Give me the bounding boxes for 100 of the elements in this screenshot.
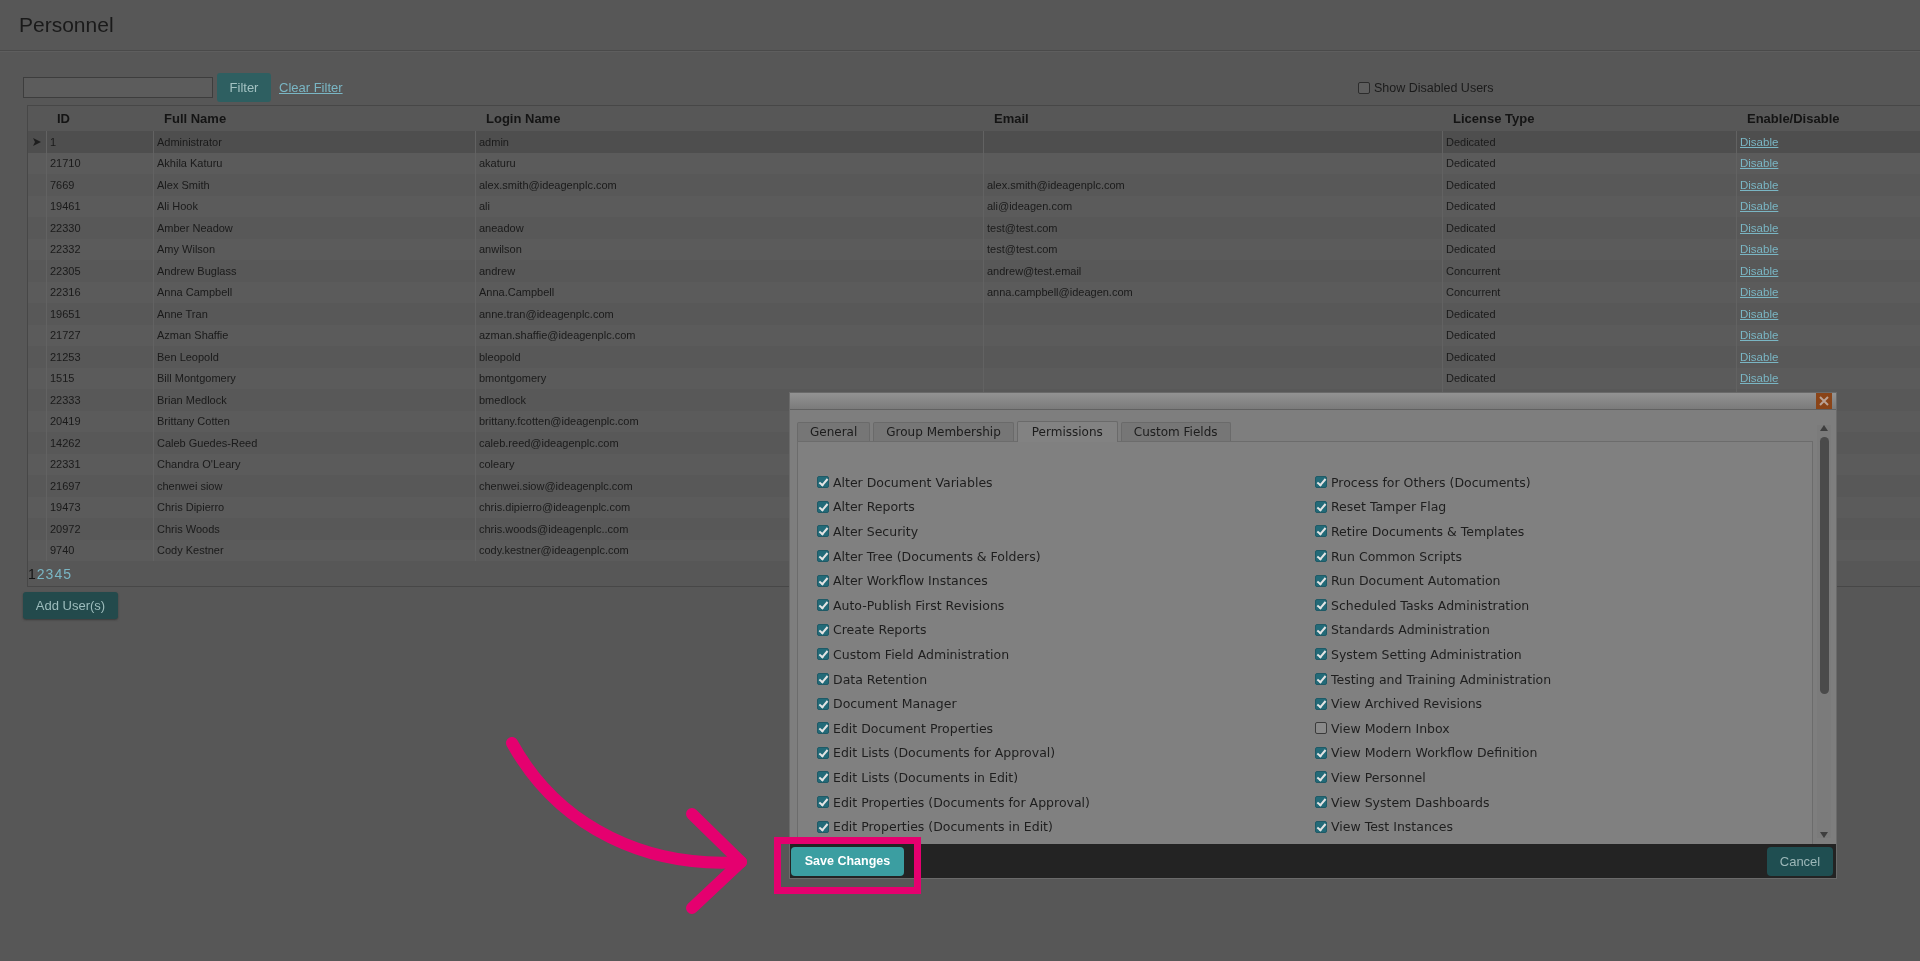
- clear-filter-link[interactable]: Clear Filter: [279, 80, 343, 95]
- disable-link[interactable]: Disable: [1740, 307, 1779, 320]
- table-cell: Brian Medlock: [153, 389, 475, 411]
- table-cell: 9740: [46, 539, 153, 561]
- disable-link[interactable]: Disable: [1740, 157, 1779, 170]
- checkbox[interactable]: [817, 771, 829, 784]
- table-cell: Dedicated: [1442, 346, 1736, 368]
- tab[interactable]: General: [797, 422, 871, 441]
- table-row[interactable]: 19461 Ali Hook ali ali@ideagen.com Dedicated Disable: [28, 195, 1920, 217]
- column-header: ID: [56, 111, 71, 126]
- tab[interactable]: Custom Fields: [1120, 422, 1231, 441]
- checkbox[interactable]: [1315, 500, 1327, 513]
- permission-label: Retire Documents & Templates: [1331, 524, 1525, 539]
- checkbox[interactable]: [817, 648, 829, 661]
- close-icon: [1816, 393, 1832, 409]
- checkbox[interactable]: [817, 574, 829, 587]
- checkbox[interactable]: [817, 722, 829, 735]
- permission-label: View Test Instances: [1331, 819, 1453, 835]
- table-cell: Caleb Guedes-Reed: [153, 432, 475, 454]
- table-cell: 21253: [46, 346, 153, 368]
- scroll-down-icon[interactable]: [1820, 832, 1828, 838]
- permission-label: View Modern Inbox: [1331, 720, 1450, 736]
- checkbox[interactable]: [817, 820, 829, 833]
- permission-label: Standards Administration: [1331, 622, 1490, 638]
- permission-label: Run Common Scripts: [1331, 548, 1462, 564]
- checkbox[interactable]: [1315, 525, 1327, 538]
- checkbox[interactable]: [817, 550, 829, 563]
- disable-link[interactable]: Disable: [1740, 200, 1779, 213]
- table-cell: alex.smith@ideagenplc.com: [983, 174, 1442, 196]
- page-link[interactable]: 3: [45, 565, 54, 582]
- filter-field[interactable]: [23, 77, 213, 98]
- page-link[interactable]: 5: [63, 565, 71, 582]
- checkbox[interactable]: [1315, 574, 1327, 587]
- checkbox[interactable]: [1315, 550, 1327, 563]
- table-cell: 21697: [46, 475, 153, 497]
- page-link[interactable]: 4: [54, 565, 63, 582]
- disable-link[interactable]: Disable: [1740, 221, 1779, 234]
- cancel-button[interactable]: Cancel: [1767, 846, 1833, 876]
- add-users-button[interactable]: Add User(s): [23, 592, 118, 619]
- checkbox[interactable]: [1315, 820, 1327, 833]
- checkbox[interactable]: [1315, 796, 1327, 808]
- checkbox[interactable]: [1315, 623, 1327, 636]
- table-cell: 7669: [46, 174, 153, 196]
- checkbox[interactable]: [1358, 81, 1370, 94]
- tab[interactable]: Permissions: [1016, 421, 1118, 442]
- checkbox[interactable]: [1315, 673, 1327, 686]
- checkbox[interactable]: [817, 673, 829, 686]
- checkbox[interactable]: [817, 599, 829, 612]
- permission-label: View Personnel: [1331, 769, 1426, 785]
- table-cell: 22333: [46, 389, 153, 411]
- table-cell: test@test.com: [983, 217, 1442, 239]
- checkbox[interactable]: [817, 525, 829, 538]
- permission-label: Edit Document Properties: [833, 720, 994, 736]
- checkbox[interactable]: [817, 623, 829, 636]
- disable-link[interactable]: Disable: [1740, 135, 1779, 148]
- permission-label: Edit Lists (Documents in Edit): [833, 769, 1019, 785]
- table-row[interactable]: 22316 Anna Campbell Anna.Campbell anna.campbell@ideagen.com Concurrent Disable: [28, 281, 1920, 303]
- checkbox[interactable]: [1315, 722, 1327, 735]
- checkbox[interactable]: [1315, 648, 1327, 661]
- close-button[interactable]: [1816, 393, 1832, 409]
- checkbox[interactable]: [817, 796, 829, 808]
- table-row[interactable]: 21710 Akhila Katuru akaturu Dedicated Disable: [28, 152, 1920, 174]
- checkbox[interactable]: [1315, 599, 1327, 612]
- disable-link[interactable]: Disable: [1740, 350, 1779, 363]
- disable-link[interactable]: Disable: [1740, 178, 1779, 191]
- checkbox[interactable]: [817, 697, 829, 710]
- table-cell: Cody Kestner: [153, 539, 475, 561]
- save-changes-button[interactable]: Save Changes: [791, 846, 904, 876]
- table-cell: Dedicated: [1442, 303, 1736, 325]
- disable-link[interactable]: Disable: [1740, 372, 1779, 385]
- checkbox[interactable]: [1315, 476, 1327, 489]
- checkbox[interactable]: [817, 500, 829, 513]
- disable-link[interactable]: Disable: [1740, 243, 1779, 256]
- table-cell: bleopold: [475, 346, 983, 368]
- filter-button[interactable]: Filter: [217, 73, 271, 102]
- table-cell: chenwei siow: [153, 475, 475, 497]
- permission-label: View Modern Workflow Definition: [1331, 745, 1538, 761]
- checkbox-label: Show Disabled Users: [1374, 80, 1494, 95]
- checkbox[interactable]: [817, 476, 829, 489]
- page-link[interactable]: 1: [28, 565, 36, 582]
- tab[interactable]: Group Membership: [873, 422, 1014, 441]
- table-cell: 14262: [46, 432, 153, 454]
- checkbox[interactable]: [1315, 771, 1327, 784]
- table-cell: anne.tran@ideagenplc.com: [475, 303, 983, 325]
- permission-label: Scheduled Tasks Administration: [1331, 597, 1530, 613]
- disable-link[interactable]: Disable: [1740, 286, 1779, 299]
- disable-link[interactable]: Disable: [1740, 329, 1779, 342]
- permission-label: Testing and Training Administration: [1331, 671, 1552, 687]
- table-row[interactable]: 21727 Azman Shaffie azman.shaffie@ideagenplc.com Dedicated Disable: [28, 324, 1920, 346]
- page-link[interactable]: 2: [36, 565, 45, 582]
- checkbox[interactable]: [1315, 746, 1327, 759]
- table-row[interactable]: 22332 Amy Wilson anwilson test@test.com Dedicated Disable: [28, 238, 1920, 260]
- table-cell: Alex Smith: [153, 174, 475, 196]
- checkbox[interactable]: [1315, 697, 1327, 710]
- scrollbar-thumb[interactable]: [1819, 437, 1829, 694]
- permission-label: Run Document Automation: [1331, 573, 1501, 589]
- column-header: Login Name: [485, 111, 562, 126]
- disable-link[interactable]: Disable: [1740, 264, 1779, 277]
- table-row[interactable]: 1515 Bill Montgomery bmontgomery Dedicated Disable: [28, 367, 1920, 389]
- checkbox[interactable]: [817, 746, 829, 759]
